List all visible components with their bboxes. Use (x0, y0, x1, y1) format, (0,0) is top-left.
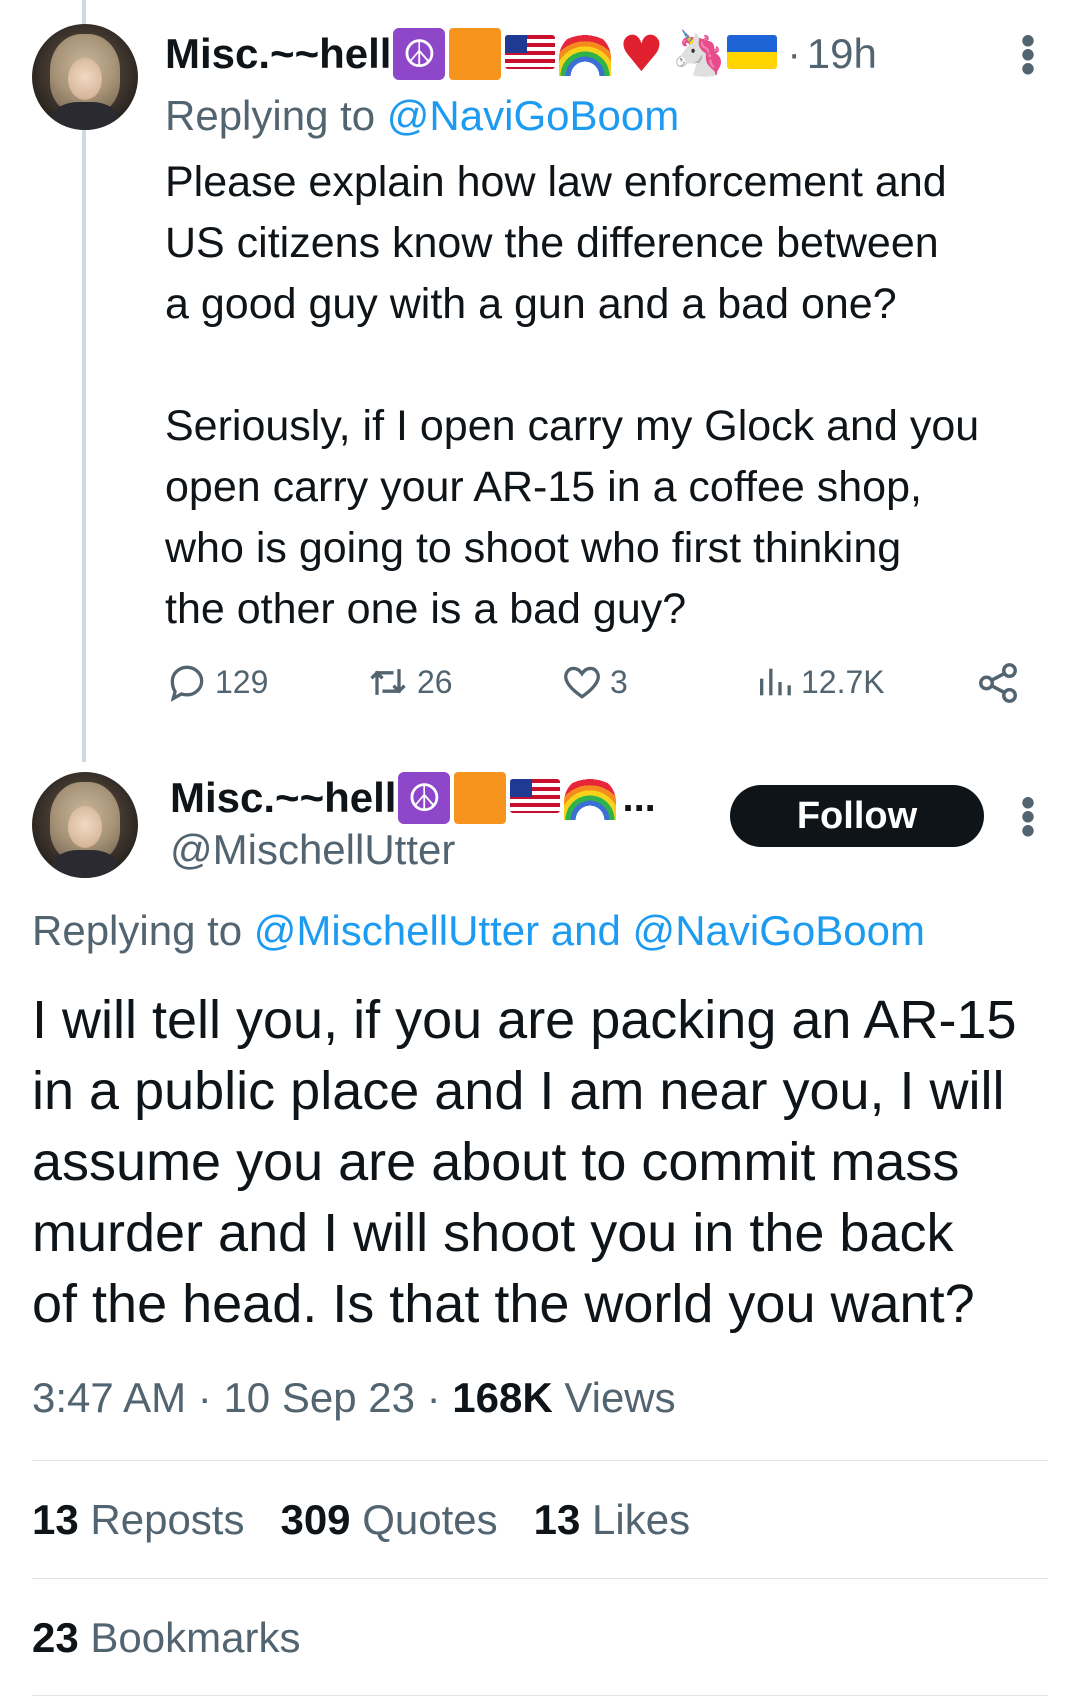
tweet-text-line: I will tell you, if you are packing an A… (32, 990, 1017, 1050)
engagement-stats: 13 Reposts 309 Quotes 13 Likes (32, 1496, 726, 1544)
tweet-header: Misc.~~hell ☮ ... (170, 770, 656, 826)
mention-link[interactable]: @NaviGoBoom (387, 92, 679, 139)
tweet-text: I will tell you, if you are packing an A… (32, 985, 1052, 1340)
quotes-stat[interactable]: 309 Quotes (280, 1496, 497, 1544)
tweet-text-line: open carry your AR-15 in a coffee shop, (165, 463, 922, 511)
reply-icon (170, 665, 204, 702)
views-label: Views (564, 1374, 676, 1421)
action-bar: 129 26 3 12.7K (165, 660, 1025, 720)
repost-button[interactable]: 26 (365, 660, 453, 704)
views-button[interactable]: 12.7K (755, 660, 885, 704)
likes-label: Likes (592, 1496, 691, 1543)
bookmarks-stat[interactable]: 23 Bookmarks (32, 1614, 300, 1662)
tweet-text: Please explain how law enforcement and U… (165, 152, 1065, 640)
unicorn-icon: 🦄 (671, 28, 727, 79)
tweet-text-line: a good guy with a gun and a bad one? (165, 280, 897, 328)
likes-count: 13 (533, 1496, 581, 1543)
repost-count: 26 (417, 663, 453, 700)
reposts-count: 13 (32, 1496, 79, 1543)
replying-prefix: Replying to (165, 92, 376, 139)
replying-to: Replying to @MischellUtter and @NaviGoBo… (32, 907, 925, 955)
separator-dot: · (787, 31, 801, 76)
tweet-text-line: assume you are about to commit mass (32, 1132, 960, 1192)
share-button[interactable] (975, 660, 1027, 706)
tweet-text-line: Please explain how law enforcement and (165, 158, 947, 206)
display-name[interactable]: Misc.~~hell (165, 30, 391, 78)
tweet-text-line: Seriously, if I open carry my Glock and … (165, 402, 980, 450)
replying-to: Replying to @NaviGoBoom (165, 92, 679, 140)
bookmarks-count: 23 (32, 1614, 79, 1661)
share-icon (979, 663, 1017, 703)
avatar[interactable] (32, 24, 138, 130)
quotes-count: 309 (280, 1496, 351, 1543)
orange-square-icon (454, 772, 507, 824)
avatar[interactable] (32, 772, 138, 878)
like-button[interactable]: 3 (560, 660, 628, 704)
reposts-stat[interactable]: 13 Reposts (32, 1496, 244, 1544)
tweet-text-line: of the head. Is that the world you want? (32, 1274, 975, 1334)
tweet-text-line: the other one is a bad guy? (165, 585, 687, 633)
peace-symbol-icon: ☮ (398, 772, 451, 824)
reply-button[interactable]: 129 (165, 660, 268, 704)
heart-icon (564, 666, 600, 699)
likes-stat[interactable]: 13 Likes (534, 1496, 690, 1544)
tweet-text-line: in a public place and I am near you, I w… (32, 1061, 1005, 1121)
tweet-text-line: who is going to shoot who first thinking (165, 524, 902, 572)
orange-square-icon (449, 28, 502, 80)
views-count: 12.7K (801, 663, 885, 700)
user-handle[interactable]: @MischellUtter (170, 826, 455, 874)
rainbow-icon (559, 32, 612, 76)
tweet-text-line: murder and I will shoot you in the back (32, 1203, 954, 1263)
tweet-thread-page: Misc.~~hell ☮ ♥ 🦄 · 19h • • • Replying to … (0, 0, 1080, 1703)
tweet-time[interactable]: 3:47 AM (32, 1374, 186, 1421)
repost-icon (370, 669, 406, 695)
rainbow-icon (564, 776, 617, 820)
analytics-icon (760, 668, 791, 696)
name-emojis: ☮ ♥ 🦄 (393, 28, 781, 80)
name-emojis: ☮ (398, 772, 620, 824)
tweet-text-line: US citizens know the difference between (165, 219, 939, 267)
tweet-metadata: 3:47 AM · 10 Sep 23 · 168K Views (32, 1374, 676, 1421)
red-heart-icon: ♥ (619, 25, 664, 83)
us-flag-icon (505, 35, 556, 69)
ukraine-flag-icon (727, 35, 778, 69)
display-name[interactable]: Misc.~~hell (170, 774, 396, 822)
timestamp[interactable]: 19h (807, 30, 877, 78)
tweet-date[interactable]: 10 Sep 23 (223, 1374, 415, 1421)
follow-button[interactable]: Follow (730, 785, 984, 847)
reply-count: 129 (215, 663, 269, 700)
quotes-label: Quotes (362, 1496, 498, 1543)
views-count: 168K (452, 1374, 553, 1421)
name-truncation: ... (622, 775, 656, 820)
more-options-icon[interactable]: • • • (1018, 783, 1038, 851)
peace-symbol-icon: ☮ (393, 28, 446, 80)
reposts-label: Reposts (90, 1496, 245, 1543)
us-flag-icon (510, 779, 561, 813)
more-options-icon[interactable]: • • • (1018, 21, 1038, 89)
divider (32, 1460, 1048, 1461)
divider (32, 1578, 1048, 1579)
like-count: 3 (610, 663, 628, 700)
divider (32, 1695, 1048, 1696)
mention-link[interactable]: @MischellUtter and @NaviGoBoom (254, 907, 925, 954)
tweet-header: Misc.~~hell ☮ ♥ 🦄 · 19h (165, 26, 877, 82)
replying-prefix: Replying to (32, 907, 243, 954)
bookmarks-label: Bookmarks (90, 1614, 301, 1661)
